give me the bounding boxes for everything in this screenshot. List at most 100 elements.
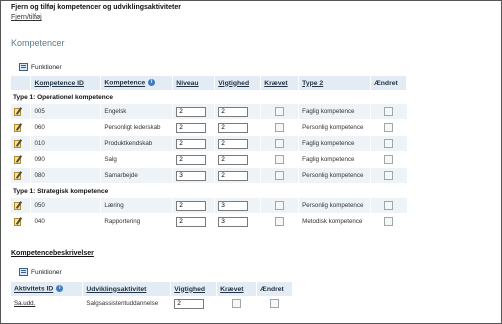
activity-importance-input[interactable]	[174, 298, 205, 309]
functions-label: Funktioner	[31, 268, 62, 276]
edit-icon[interactable]	[14, 107, 23, 116]
table-row: 080 Samarbejde Personlig kompetence	[11, 167, 407, 184]
required-checkbox[interactable]	[275, 155, 285, 164]
competence-name: Rapportering	[100, 213, 174, 230]
table-row: Sa.udd. Salgsassistentuddannelse	[11, 296, 293, 312]
functions-menu[interactable]: Funktioner	[19, 63, 62, 71]
importance-input[interactable]	[218, 216, 249, 227]
type2-value: Personlig kompetence	[298, 119, 371, 136]
importance-input[interactable]	[218, 154, 249, 165]
section-title-competences: Kompetencer	[11, 38, 65, 48]
level-input[interactable]	[176, 154, 207, 165]
changed-checkbox[interactable]	[384, 155, 394, 164]
activity-name: Salgsassistentuddannelse	[82, 296, 172, 312]
competence-id: 010	[30, 135, 102, 152]
changed-checkbox[interactable]	[384, 201, 394, 210]
level-input[interactable]	[176, 138, 207, 149]
activity-header-row: Aktivitets ID i Udviklingsaktivitet Vigti…	[11, 282, 293, 296]
competence-id: 060	[30, 119, 102, 136]
edit-icon[interactable]	[14, 139, 23, 148]
table-row: 005 Engelsk Faglig kompetence	[11, 104, 407, 120]
level-input[interactable]	[176, 216, 207, 227]
header-type2[interactable]: Type 2	[298, 76, 371, 90]
table-row: 060 Personligt lederskab Personlig kompe…	[11, 119, 407, 136]
header-activity-importance[interactable]: Vigtighed	[170, 282, 218, 296]
type2-value: Faglig kompetence	[298, 104, 371, 120]
functions-icon	[19, 268, 28, 276]
edit-icon[interactable]	[14, 201, 23, 210]
edit-column-header	[11, 76, 32, 90]
table-row: 090 Salg Faglig kompetence	[11, 151, 407, 168]
functions-label: Funktioner	[31, 63, 62, 71]
competence-id: 090	[30, 151, 102, 168]
type2-value: Personlig kompetence	[298, 167, 371, 184]
competence-name: Personligt lederskab	[100, 119, 174, 136]
table-row: 010 Produktkendskab Faglig kompetence	[11, 135, 407, 152]
info-icon[interactable]: i	[148, 79, 156, 87]
activity-table: Aktivitets ID i Udviklingsaktivitet Vigti…	[11, 282, 293, 312]
functions-icon	[19, 63, 28, 71]
group-label: Type 1: Operationel kompetence	[11, 90, 407, 104]
competence-header-row: Kompetence ID Kompetence i Niveau Vigtigh…	[11, 76, 408, 90]
group-row-operational: Type 1: Operationel kompetence	[11, 90, 407, 104]
competence-id: 050	[30, 198, 102, 214]
changed-checkbox[interactable]	[384, 217, 394, 226]
activity-id-link[interactable]: Sa.udd.	[14, 300, 35, 307]
importance-input[interactable]	[218, 138, 249, 149]
type2-value: Faglig kompetence	[298, 151, 371, 168]
competence-id: 040	[30, 213, 102, 230]
header-activity-id[interactable]: Aktivitets ID i	[11, 282, 84, 296]
edit-icon[interactable]	[14, 123, 23, 132]
header-activity-id-label: Aktivitets ID	[14, 285, 54, 293]
activity-changed-checkbox[interactable]	[270, 299, 280, 308]
header-activity-changed: Ændret	[256, 282, 293, 296]
remove-add-link[interactable]: Fjern/tilføj	[11, 14, 42, 21]
competence-id: 005	[30, 104, 102, 120]
importance-input[interactable]	[218, 170, 249, 181]
changed-checkbox[interactable]	[384, 139, 394, 148]
table-row: 040 Rapportering Metodisk kompetence	[11, 213, 407, 230]
required-checkbox[interactable]	[275, 139, 285, 148]
group-row-strategic: Type 1: Strategisk kompetence	[11, 183, 407, 198]
descriptions-title[interactable]: Kompetencebeskrivelser	[11, 250, 94, 257]
edit-icon[interactable]	[14, 217, 23, 226]
required-checkbox[interactable]	[275, 201, 285, 210]
functions-menu-activities[interactable]: Funktioner	[19, 268, 62, 276]
changed-checkbox[interactable]	[384, 171, 394, 180]
required-checkbox[interactable]	[275, 123, 285, 132]
table-row: 050 Læring Personlig kompetence	[11, 198, 407, 214]
level-input[interactable]	[176, 200, 207, 211]
competence-name: Salg	[100, 151, 174, 168]
activity-required-checkbox[interactable]	[232, 299, 242, 308]
changed-checkbox[interactable]	[384, 123, 394, 132]
type2-value: Metodisk kompetence	[298, 213, 371, 230]
group-label: Type 1: Strategisk kompetence	[11, 183, 407, 198]
required-checkbox[interactable]	[275, 217, 285, 226]
header-level[interactable]: Niveau	[172, 76, 216, 90]
level-input[interactable]	[176, 170, 207, 181]
info-icon[interactable]: i	[56, 285, 64, 293]
level-input[interactable]	[176, 106, 207, 117]
competence-name: Læring	[100, 198, 174, 214]
level-input[interactable]	[176, 122, 207, 133]
competence-name: Produktkendskab	[100, 135, 174, 152]
header-activity[interactable]: Udviklingsaktivitet	[82, 282, 172, 296]
header-importance[interactable]: Vigtighed	[214, 76, 262, 90]
competence-name: Engelsk	[100, 104, 174, 120]
header-competence[interactable]: Kompetence i	[100, 76, 174, 90]
competence-table: Kompetence ID Kompetence i Niveau Vigtigh…	[11, 76, 408, 230]
page-title: Fjern og tilføj kompetencer og udvikling…	[11, 4, 181, 11]
edit-icon[interactable]	[14, 155, 23, 164]
competence-id: 080	[30, 167, 102, 184]
header-required[interactable]: Krævet	[260, 76, 300, 90]
required-checkbox[interactable]	[275, 171, 285, 180]
importance-input[interactable]	[218, 122, 249, 133]
header-competence-id[interactable]: Kompetence ID	[30, 76, 102, 90]
importance-input[interactable]	[218, 200, 249, 211]
importance-input[interactable]	[218, 106, 249, 117]
edit-icon[interactable]	[14, 171, 23, 180]
required-checkbox[interactable]	[275, 107, 285, 116]
header-activity-required[interactable]: Krævet	[216, 282, 258, 296]
header-changed: Ændret	[370, 76, 408, 90]
changed-checkbox[interactable]	[384, 107, 394, 116]
